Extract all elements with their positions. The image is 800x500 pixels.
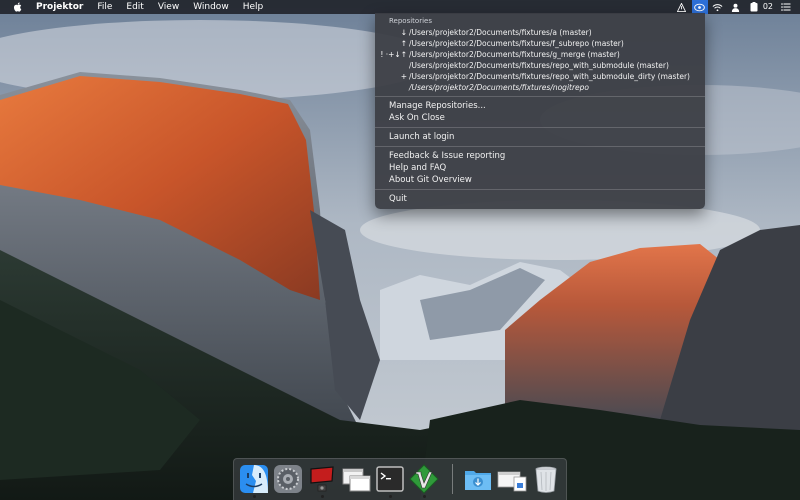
menu-edit[interactable]: Edit [119, 0, 150, 14]
wifi-icon[interactable] [710, 0, 726, 14]
menu-separator [375, 96, 705, 97]
running-indicator [321, 495, 324, 498]
repo-path: /Users/projektor2/Documents/fixtures/rep… [409, 61, 669, 70]
repo-item-repo-with-submodule-dirty[interactable]: + /Users/projektor2/Documents/fixtures/r… [375, 71, 705, 82]
repo-path: /Users/projektor2/Documents/fixtures/nog… [409, 83, 590, 92]
repo-path: /Users/projektor2/Documents/fixtures/g_m… [409, 50, 620, 59]
git-overview-menu: Repositories ↓ /Users/projektor2/Documen… [375, 13, 705, 209]
repo-item-a[interactable]: ↓ /Users/projektor2/Documents/fixtures/a… [375, 27, 705, 38]
warning-icon[interactable] [674, 0, 690, 14]
help-faq-item[interactable]: Help and FAQ [375, 162, 705, 174]
menu-separator [375, 146, 705, 147]
menu-file[interactable]: File [90, 0, 119, 14]
menu-view[interactable]: View [151, 0, 186, 14]
launch-at-login-item[interactable]: Launch at login [375, 131, 705, 143]
about-item[interactable]: About Git Overview [375, 174, 705, 186]
git-overview-eye-icon[interactable] [691, 0, 708, 14]
battery-icon[interactable] [746, 0, 762, 14]
feedback-item[interactable]: Feedback & Issue reporting [375, 150, 705, 162]
menu-app-name[interactable]: Projektor [32, 0, 90, 14]
repo-item-repo-with-submodule[interactable]: /Users/projektor2/Documents/fixtures/rep… [375, 60, 705, 71]
repo-path: /Users/projektor2/Documents/fixtures/rep… [409, 72, 690, 81]
menu-bar: Projektor File Edit View Window Help 02 [0, 0, 800, 14]
repo-status [375, 82, 409, 93]
user-icon[interactable] [728, 0, 744, 14]
apple-icon[interactable] [10, 0, 24, 14]
manage-repositories-item[interactable]: Manage Repositories... [375, 100, 705, 112]
ask-on-close-item[interactable]: Ask On Close [375, 112, 705, 124]
quit-item[interactable]: Quit [375, 193, 705, 205]
running-indicator [423, 495, 426, 498]
repositories-header: Repositories [389, 17, 432, 25]
repo-status [375, 60, 409, 71]
repo-status: ↓ [400, 28, 407, 37]
repo-status: ! ·+↓↑ [380, 50, 407, 59]
repo-path: /Users/projektor2/Documents/fixtures/a (… [409, 28, 592, 37]
repo-path: /Users/projektor2/Documents/fixtures/f_s… [409, 39, 624, 48]
window-icon[interactable] [340, 463, 372, 495]
notification-center-icon[interactable] [778, 0, 794, 14]
vim-icon[interactable] [408, 463, 440, 495]
battery-text: 02 [762, 2, 773, 11]
repo-item-g-merge[interactable]: ! ·+↓↑ /Users/projektor2/Documents/fixtu… [375, 49, 705, 60]
menu-separator [375, 127, 705, 128]
status-area: 02 [672, 0, 800, 14]
repo-item-nogitrepo[interactable]: /Users/projektor2/Documents/fixtures/nog… [375, 82, 705, 93]
repo-status: ↑ [400, 39, 407, 48]
terminal-icon[interactable] [374, 463, 406, 495]
finder-icon[interactable] [238, 463, 270, 495]
menu-window[interactable]: Window [186, 0, 236, 14]
projektor-icon[interactable] [306, 463, 338, 495]
repo-item-f-subrepo[interactable]: ↑ /Users/projektor2/Documents/fixtures/f… [375, 38, 705, 49]
trash-icon[interactable] [530, 463, 562, 495]
menu-separator [375, 189, 705, 190]
dock [233, 458, 567, 500]
file-stack-icon[interactable] [496, 463, 528, 495]
downloads-folder-icon[interactable] [462, 463, 494, 495]
repo-status: + [400, 72, 407, 81]
dock-divider [452, 464, 453, 494]
menu-help[interactable]: Help [236, 0, 271, 14]
running-indicator [389, 495, 392, 498]
running-indicator [253, 495, 256, 498]
system-preferences-icon[interactable] [272, 463, 304, 495]
